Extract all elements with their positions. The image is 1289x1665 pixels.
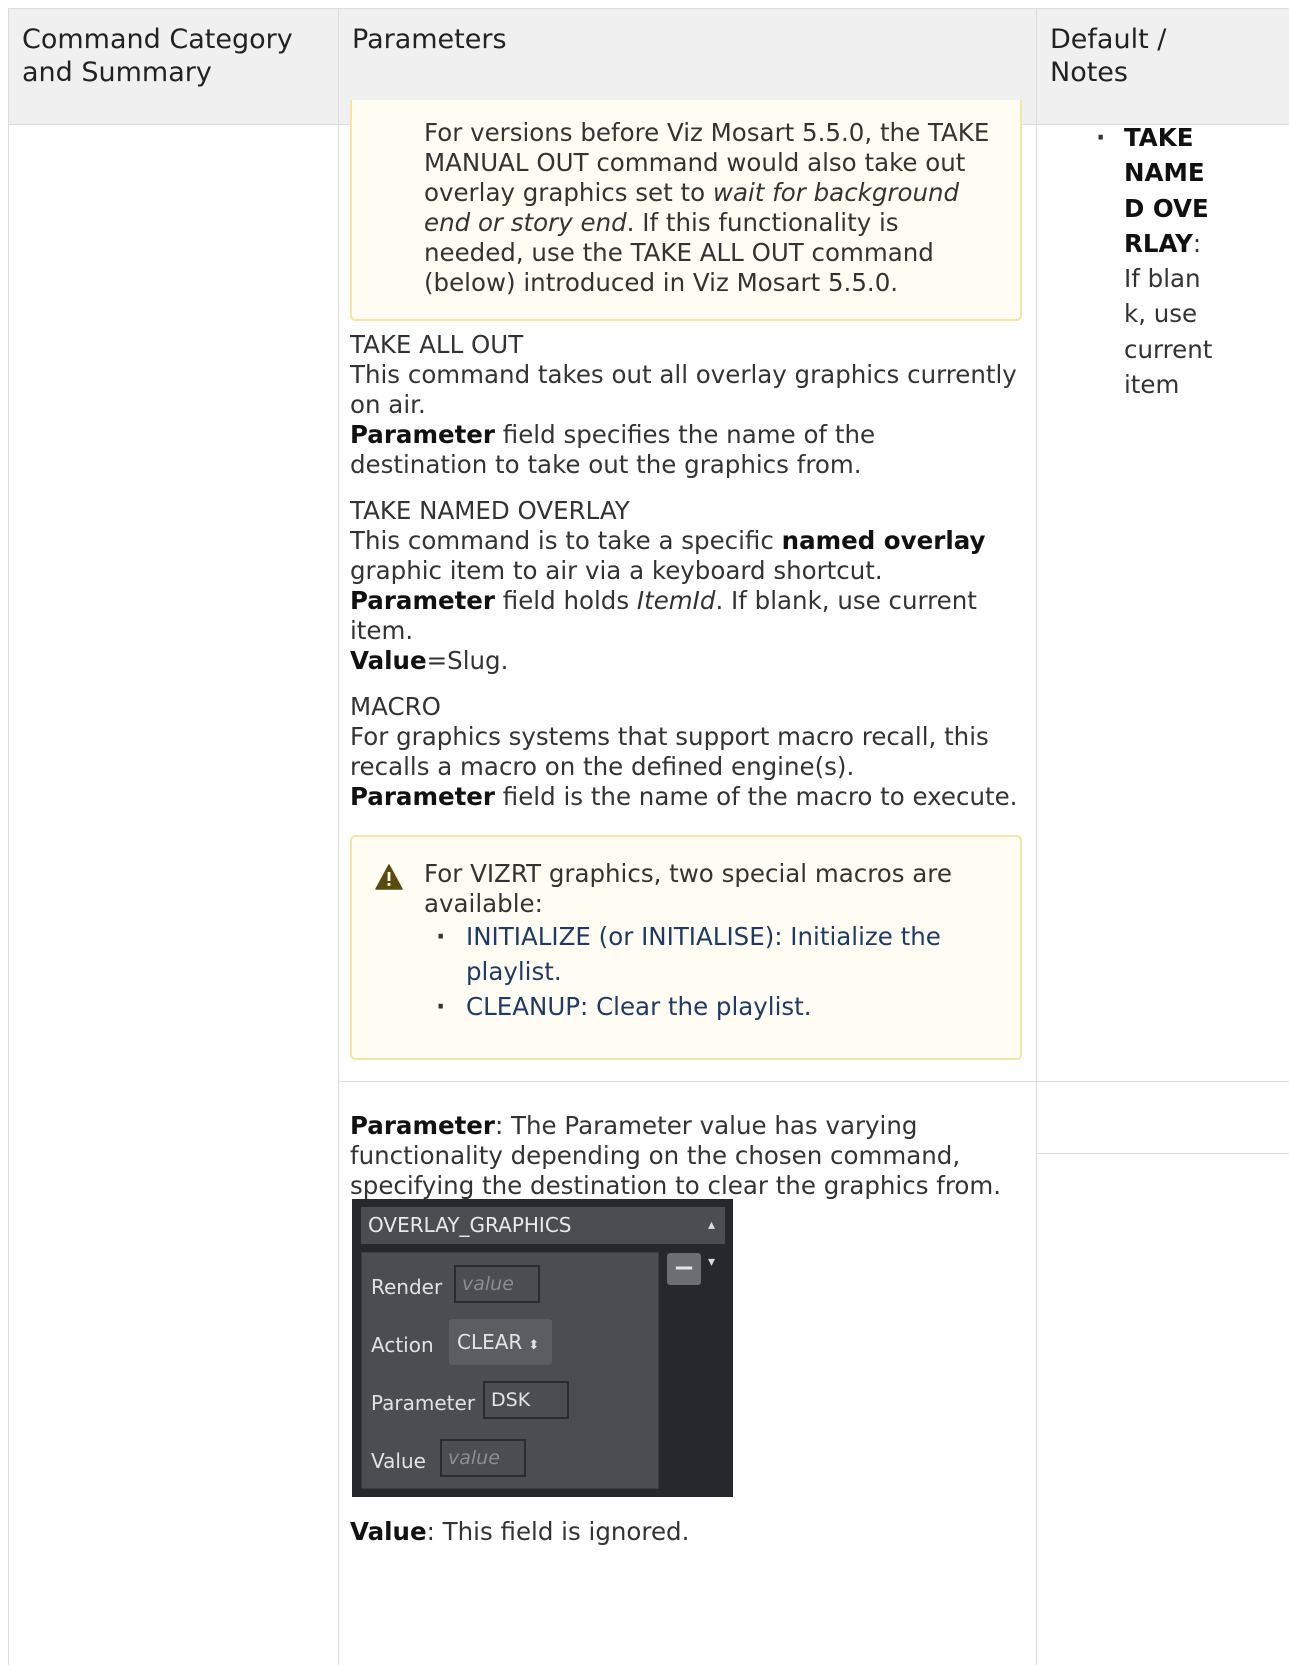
take-all-out-parameter: Parameter field specifies the name of th…: [350, 420, 876, 479]
parameter-label: Parameter: [371, 1391, 476, 1415]
macro-description: For graphics systems that support macro …: [350, 722, 989, 781]
take-named-overlay-title: TAKE NAMED OVERLAY: [350, 496, 630, 525]
render-field[interactable]: value: [454, 1265, 540, 1303]
row-divider: [339, 1081, 1289, 1082]
default-notes-cell: · TAKE NAMED OVERLAY: If blank, use curr…: [1096, 120, 1214, 402]
overlay-graphics-screenshot: OVERLAY_GRAPHICS ▴ ▾ Render value Action C…: [352, 1199, 733, 1497]
macro-parameter: Parameter field is the name of the macro…: [350, 782, 1018, 811]
column-divider: [338, 9, 339, 1665]
warning-icon: [375, 864, 403, 890]
take-named-overlay-value: Value=Slug.: [350, 646, 509, 675]
updown-arrow-icon: ▴ ▾: [707, 1217, 715, 1270]
info-note-box: For versions before Viz Mosart 5.5.0, th…: [350, 100, 1022, 321]
take-all-out-section: TAKE ALL OUT This command takes out all …: [350, 330, 1020, 480]
row2-parameter-text: Parameter: The Parameter value has varyi…: [350, 1111, 1002, 1200]
action-label: Action: [371, 1333, 434, 1357]
header-command-category: Command Category and Summary: [22, 24, 293, 88]
take-named-overlay-section: TAKE NAMED OVERLAY This command is to ta…: [350, 496, 990, 676]
take-named-overlay-description: This command is to take a specific named…: [350, 526, 986, 585]
column-divider: [1036, 9, 1037, 1665]
command-dropdown[interactable]: OVERLAY_GRAPHICS ▴ ▾: [361, 1207, 725, 1270]
render-label: Render: [371, 1275, 443, 1299]
parameter-field[interactable]: DSK: [483, 1381, 569, 1419]
macro-title: MACRO: [350, 692, 441, 721]
row2-value-text: Value: This field is ignored.: [350, 1517, 690, 1546]
list-item: INITIALIZE (or INITIALISE): Initialize t…: [424, 919, 984, 989]
updown-arrow-icon: ⬍: [528, 1338, 540, 1353]
action-dropdown[interactable]: CLEAR ⬍: [449, 1319, 552, 1365]
macro-section: MACRO For graphics systems that support …: [350, 692, 1020, 812]
value-field[interactable]: value: [440, 1439, 526, 1477]
take-named-overlay-parameter: Parameter field holds ItemId. If blank, …: [350, 586, 977, 645]
warning-note-box: For VIZRT graphics, two special macros a…: [350, 835, 1022, 1060]
remove-button[interactable]: −: [667, 1253, 701, 1285]
note-intro: For VIZRT graphics, two special macros a…: [424, 859, 952, 918]
value-label: Value: [371, 1449, 426, 1473]
list-item: CLEANUP: Clear the playlist.: [424, 989, 984, 1024]
row-divider: [1037, 1153, 1289, 1154]
dropdown-value: OVERLAY_GRAPHICS: [368, 1213, 572, 1237]
take-all-out-title: TAKE ALL OUT: [350, 330, 524, 359]
take-all-out-description: This command takes out all overlay graph…: [350, 360, 1017, 419]
settings-panel: Render value Action CLEAR ⬍ Parameter DSK…: [361, 1252, 659, 1489]
note-content: For VIZRT graphics, two special macros a…: [424, 859, 984, 1024]
bullet-dot: ·: [1096, 123, 1106, 152]
action-value: CLEAR: [457, 1330, 523, 1354]
header-default-notes: Default / Notes: [1050, 24, 1167, 88]
note-text: For versions before Viz Mosart 5.5.0, th…: [424, 118, 990, 297]
macro-list: INITIALIZE (or INITIALISE): Initialize t…: [424, 919, 984, 1024]
